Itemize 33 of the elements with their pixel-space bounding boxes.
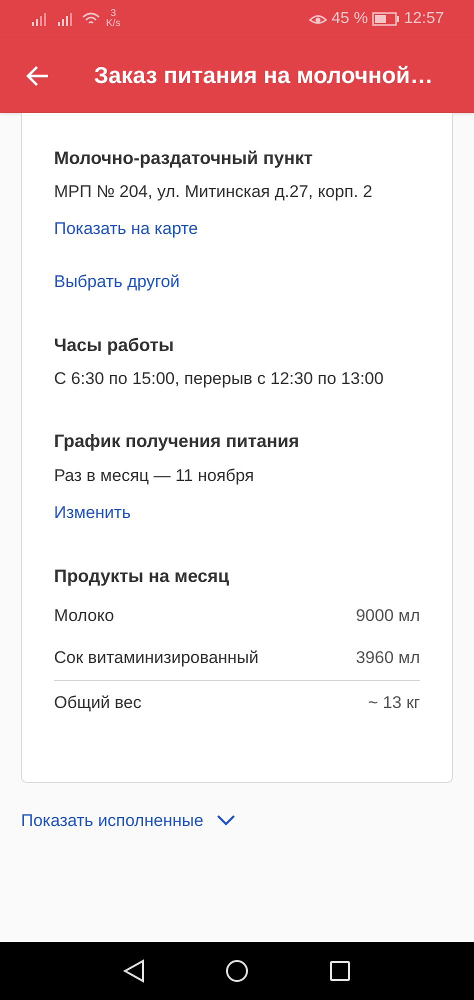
back-nav-button[interactable]: [123, 959, 145, 983]
network-speed-value: 3: [110, 9, 116, 19]
recents-nav-button[interactable]: [329, 960, 351, 982]
section-heading: График получения питания: [54, 430, 300, 453]
battery-icon: [372, 12, 400, 26]
home-nav-button[interactable]: [225, 959, 249, 983]
battery-percent: 45 %: [331, 9, 368, 29]
home-circle-icon: [225, 959, 249, 983]
product-name: Сок витаминизированный: [54, 647, 259, 670]
product-amount: 9000 мл: [356, 605, 420, 628]
show-completed-button[interactable]: Показать исполненные: [21, 808, 236, 834]
eye-icon: [309, 12, 328, 26]
section-heading: Часы работы: [54, 334, 175, 357]
choose-other-link[interactable]: Выбрать другой: [54, 269, 180, 295]
section-heading: Продукты на месяц: [54, 565, 230, 588]
network-speed-unit: K/s: [106, 19, 120, 29]
screen-title: Заказ питания на молочной…: [94, 61, 434, 90]
schedule-text: Раз в месяц — 11 ноября: [54, 465, 255, 487]
back-triangle-icon: [123, 959, 145, 983]
chevron-down-icon: [217, 815, 236, 826]
product-amount: ~ 13 кг: [368, 692, 420, 714]
back-arrow-icon: [26, 64, 50, 86]
product-amount: 3960 мл: [356, 647, 420, 670]
wifi-icon: [82, 12, 100, 26]
product-name: Молоко: [54, 605, 114, 628]
clock-time: 12:57: [404, 9, 444, 29]
recents-square-icon: [329, 960, 351, 982]
show-on-map-link[interactable]: Показать на карте: [54, 216, 198, 242]
address-text: МРП № 204, ул. Митинская д.27, корп. 2: [54, 181, 374, 203]
change-link[interactable]: Изменить: [54, 500, 131, 526]
product-name: Общий вес: [54, 692, 142, 714]
working-hours-text: С 6:30 по 15:00, перерыв с 12:30 по 13:00: [54, 368, 385, 390]
section-heading: Молочно-раздаточный пункт: [54, 147, 314, 170]
